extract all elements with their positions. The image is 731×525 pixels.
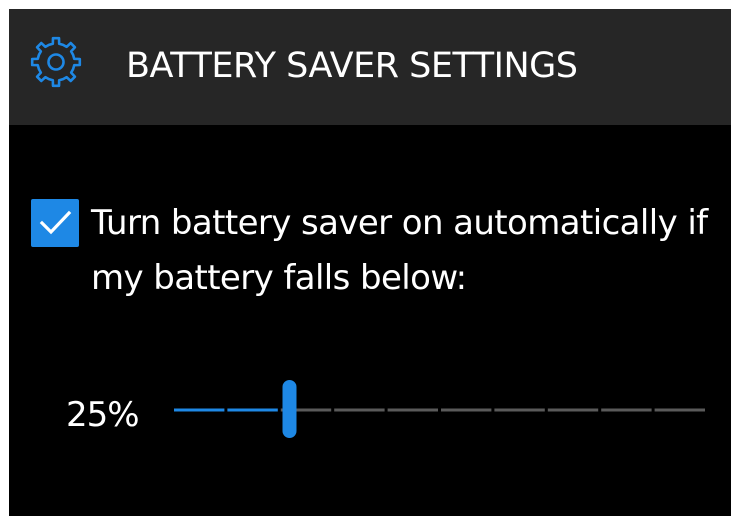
checkmark-icon — [39, 210, 72, 235]
threshold-slider-track[interactable] — [173, 387, 709, 443]
auto-saver-checkbox[interactable] — [31, 199, 79, 247]
page-title: BATTERY SAVER SETTINGS — [126, 46, 578, 86]
auto-saver-label: Turn battery saver on automatically if m… — [91, 203, 708, 298]
threshold-value: 25% — [66, 395, 140, 435]
gear-icon — [30, 36, 82, 88]
settings-header: BATTERY SAVER SETTINGS — [9, 9, 731, 125]
battery-saver-panel: BATTERY SAVER SETTINGS Turn battery save… — [9, 9, 731, 516]
